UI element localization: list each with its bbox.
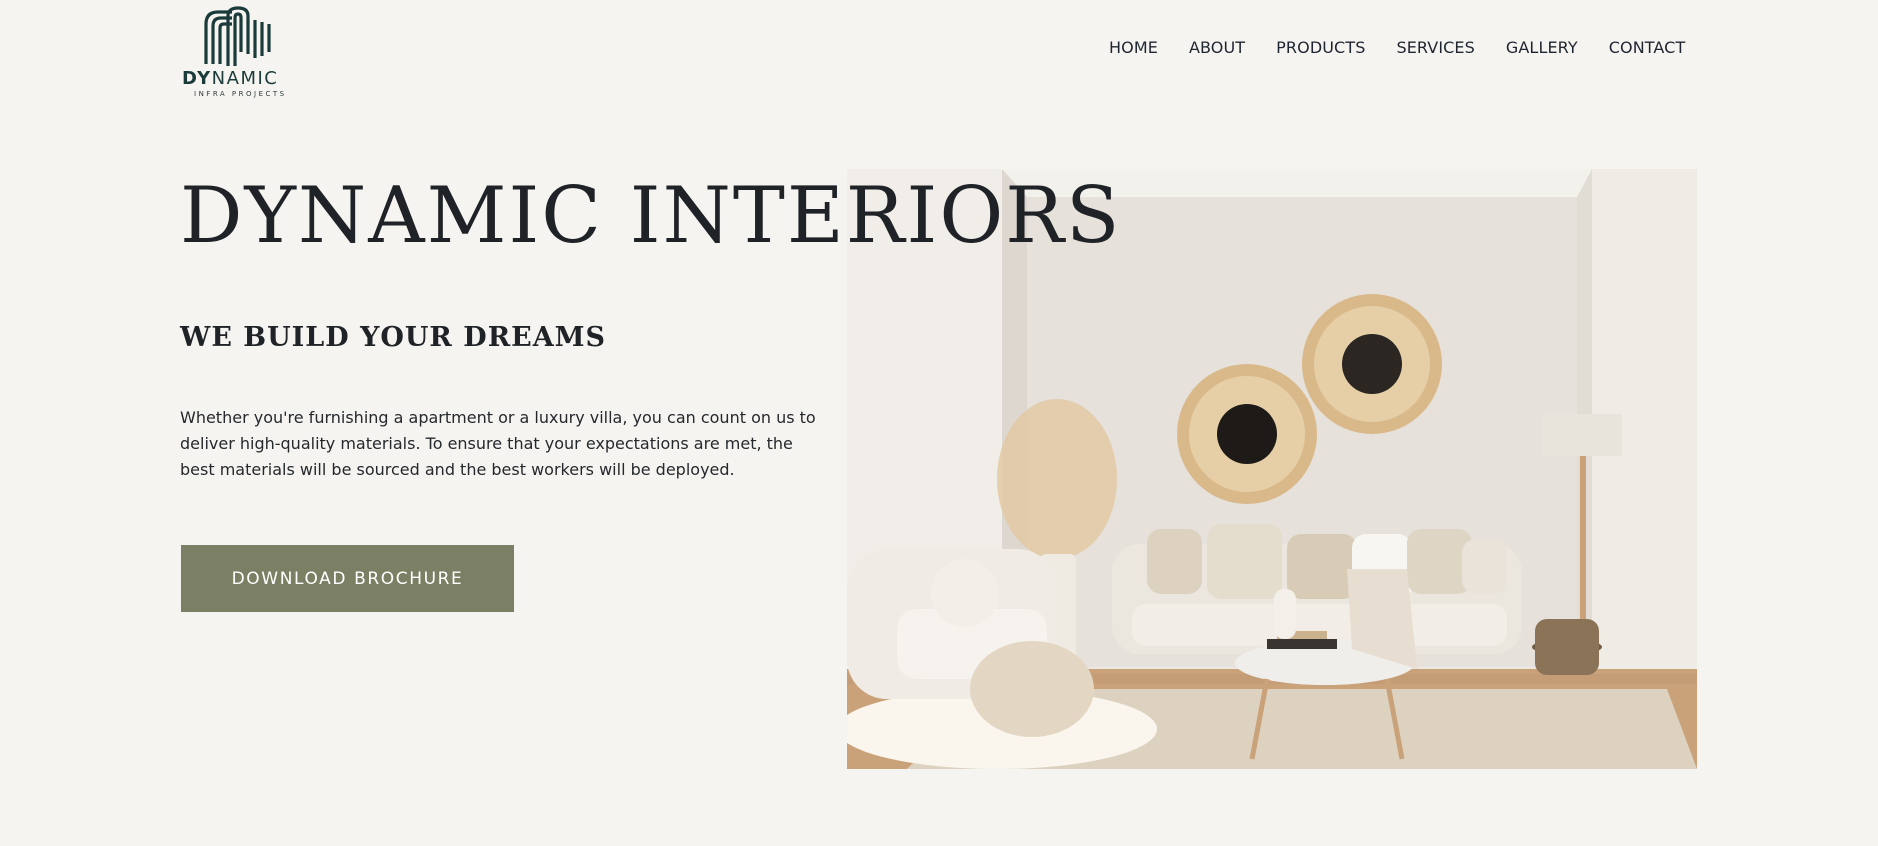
- nav-link-home[interactable]: HOME: [1109, 38, 1158, 57]
- nav-link-services[interactable]: SERVICES: [1396, 38, 1474, 57]
- hero-subtitle: WE BUILD YOUR DREAMS: [180, 322, 607, 353]
- page: DYNAMIC INFRA PROJECTS HOME ABOUT PRODUC…: [0, 0, 1878, 846]
- nav-link-about[interactable]: ABOUT: [1189, 38, 1245, 57]
- nav-link-products[interactable]: PRODUCTS: [1276, 38, 1365, 57]
- hero-description: Whether you're furnishing a apartment or…: [180, 408, 816, 479]
- hero-title: DYNAMIC INTERIORS: [180, 171, 1122, 261]
- brand-wordmark-rest: NAMIC: [211, 68, 279, 89]
- brand-wordmark-strong: DY: [182, 68, 212, 89]
- nav-link-contact[interactable]: CONTACT: [1609, 38, 1686, 57]
- nav-link-gallery[interactable]: GALLERY: [1506, 38, 1578, 57]
- brand-wordmark: DYNAMIC: [182, 68, 296, 89]
- main-nav: HOME ABOUT PRODUCTS SERVICES GALLERY CON…: [1109, 38, 1685, 57]
- striped-building-icon: [204, 6, 271, 66]
- brand-tagline: INFRA PROJECTS: [194, 90, 287, 98]
- download-brochure-button[interactable]: DOWNLOAD BROCHURE: [181, 545, 514, 612]
- brand-logo[interactable]: DYNAMIC INFRA PROJECTS: [182, 6, 296, 100]
